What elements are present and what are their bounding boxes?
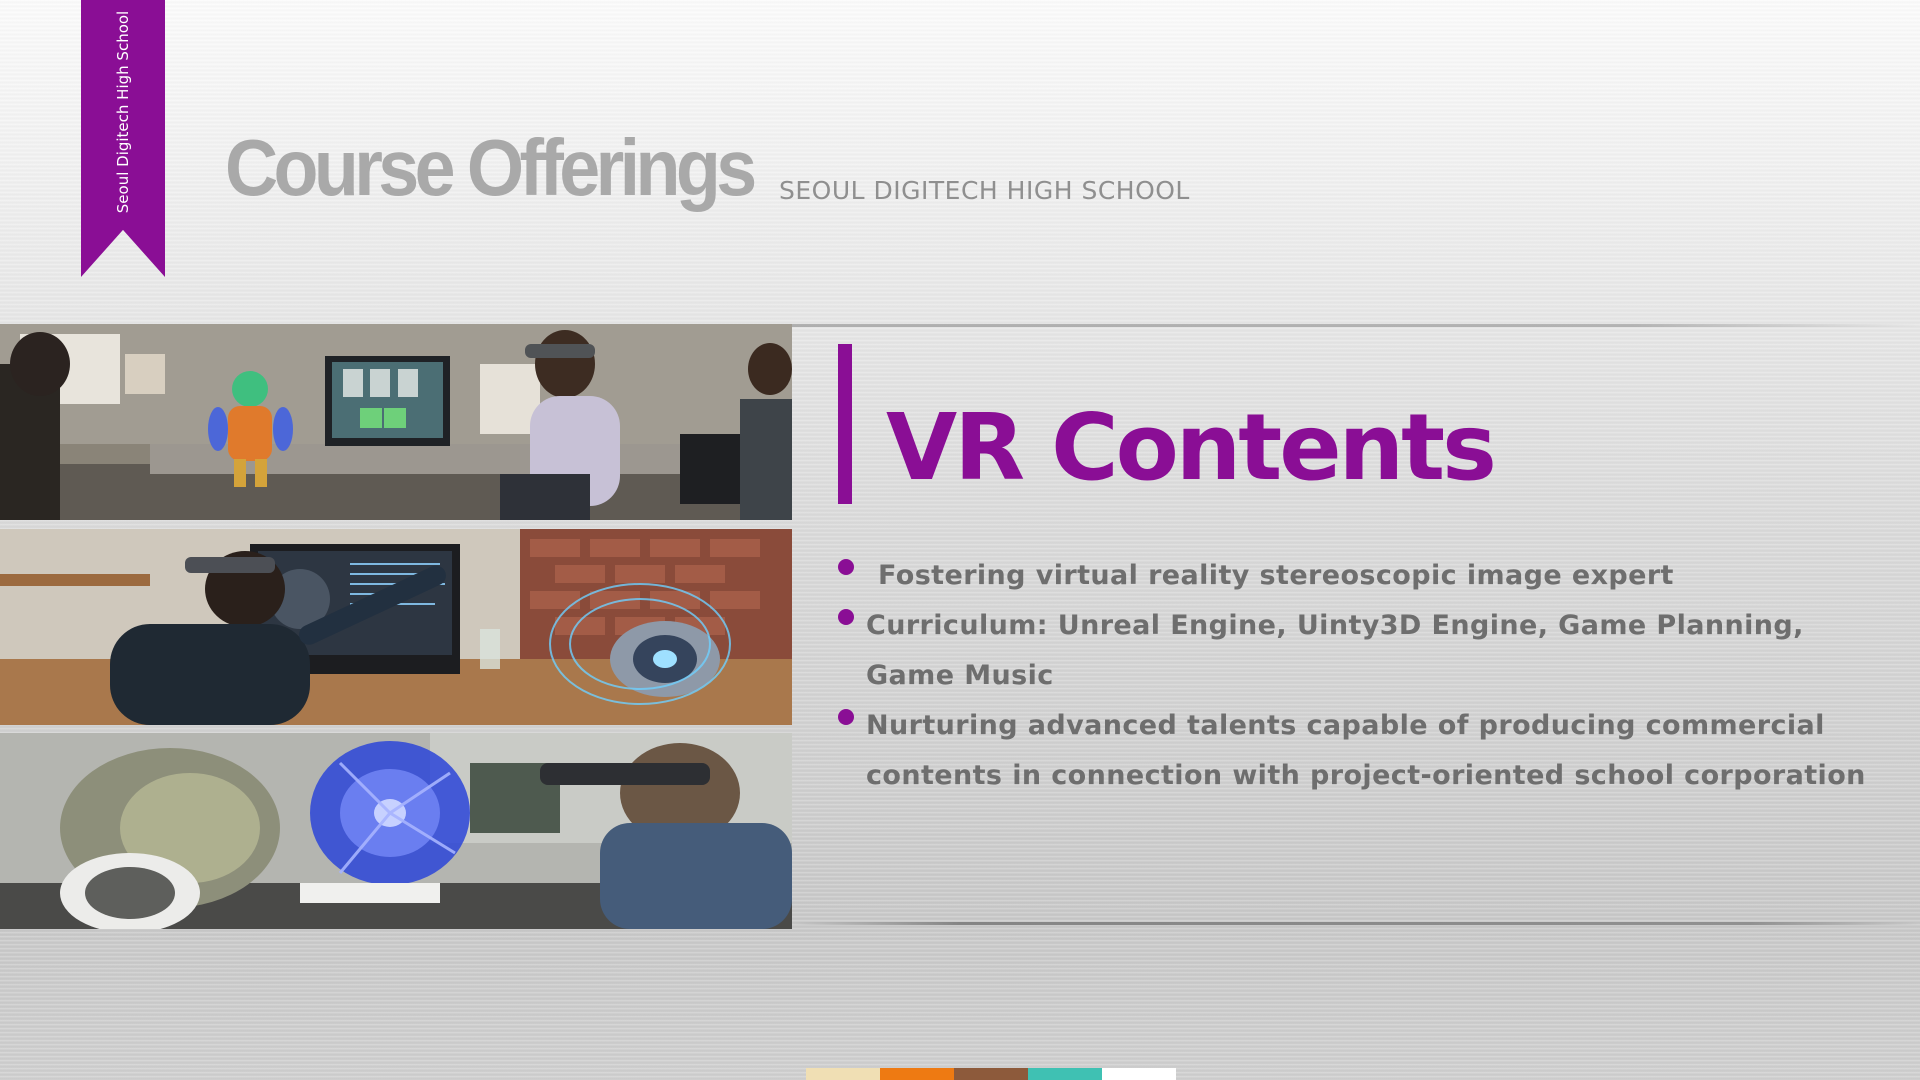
list-item-text: Fostering virtual reality stereoscopic i… (878, 560, 1674, 591)
color-swatch (954, 1068, 1028, 1080)
list-item: Fostering virtual reality stereoscopic i… (838, 551, 1898, 601)
color-swatch (880, 1068, 954, 1080)
page-title: Course Offerings (225, 123, 757, 212)
list-item-text: Nurturing advanced talents capable of pr… (866, 710, 1866, 791)
hologram-speaker-design-photo (0, 529, 792, 725)
mixed-reality-office-photo (0, 324, 792, 520)
bullet-dot (838, 609, 854, 625)
bottom-divider (790, 922, 1920, 925)
heading-accent-bar (838, 344, 852, 504)
bullet-dot (838, 709, 854, 725)
turbine-hologram-photo (0, 733, 792, 929)
list-item-text: Curriculum: Unreal Engine, Uinty3D Engin… (866, 610, 1804, 691)
bullet-dot (838, 559, 854, 575)
color-swatch-strip (806, 1068, 1176, 1080)
color-swatch (806, 1068, 880, 1080)
list-item: Nurturing advanced talents capable of pr… (838, 701, 1898, 801)
section-heading: VR Contents (886, 394, 1497, 501)
ribbon-label: Seoul Digitech High School (114, 10, 132, 214)
page-subtitle: SEOUL DIGITECH HIGH SCHOOL (779, 176, 1190, 205)
list-item: Curriculum: Unreal Engine, Uinty3D Engin… (838, 601, 1898, 701)
color-swatch (1028, 1068, 1102, 1080)
color-swatch (1102, 1068, 1176, 1080)
bullet-list: Fostering virtual reality stereoscopic i… (838, 551, 1898, 801)
